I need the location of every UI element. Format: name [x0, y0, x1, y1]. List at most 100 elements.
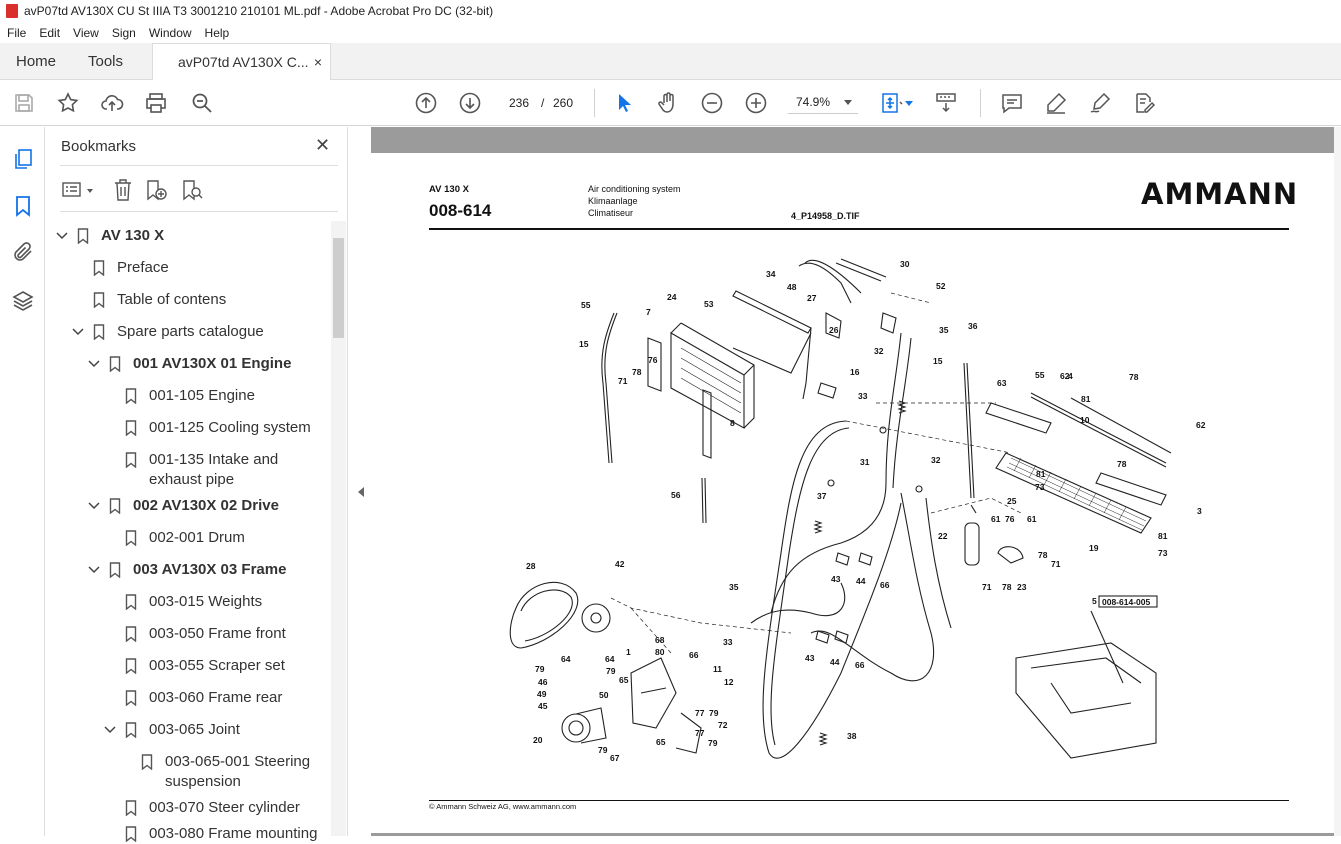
part-callout: 23 [1017, 582, 1027, 592]
bookmarks-scroll-thumb[interactable] [333, 238, 344, 338]
bookmark-icon [109, 498, 121, 514]
chevron-down-icon[interactable] [87, 189, 93, 193]
bookmark-label: 003-080 Frame mounting [149, 825, 318, 842]
chevron-down-icon[interactable] [71, 325, 85, 339]
tab-document[interactable]: avP07td AV130X C... × [152, 43, 331, 80]
part-callout: 71 [618, 376, 628, 386]
menu-view[interactable]: View [66, 26, 105, 40]
zoom-in-icon[interactable] [744, 91, 768, 115]
chevron-down-icon[interactable] [87, 563, 101, 577]
part-callout: 61 [1027, 514, 1037, 524]
save-icon[interactable] [12, 91, 36, 115]
part-callout: 32 [931, 455, 941, 465]
divider [60, 165, 338, 166]
part-callout: 71 [982, 582, 992, 592]
attachment-icon[interactable] [11, 240, 35, 264]
part-callout: 76 [648, 355, 658, 365]
tab-document-label: avP07td AV130X C... [178, 54, 309, 70]
collapse-panel-icon[interactable] [358, 487, 364, 497]
part-callout: 66 [855, 660, 865, 670]
previous-page-icon[interactable] [414, 91, 438, 115]
chevron-down-icon [844, 100, 852, 105]
comment-icon[interactable] [1000, 91, 1024, 115]
tab-close-button[interactable]: × [314, 54, 322, 70]
zoom-dropdown[interactable]: 74.9% [788, 90, 858, 114]
draw-signature-icon[interactable] [1088, 91, 1112, 115]
scroll-mode-icon[interactable] [934, 91, 958, 115]
bookmark-icon [125, 658, 137, 674]
part-callout: 8 [730, 418, 735, 428]
document-viewport[interactable]: AV 130 X 008-614 Air conditioning system… [371, 127, 1334, 836]
part-callout: 76 [1005, 514, 1015, 524]
part-callout: 77 [695, 708, 705, 718]
bookmark-icon [125, 594, 137, 610]
menu-sign[interactable]: Sign [105, 26, 142, 40]
next-page-icon[interactable] [458, 91, 482, 115]
edit-pdf-icon[interactable] [1132, 91, 1156, 115]
bookmark-label: AV 130 X [101, 227, 165, 244]
part-callout: 55 [581, 300, 591, 310]
part-callout: 10 [1080, 415, 1090, 425]
tab-home[interactable]: Home [16, 43, 56, 80]
bookmark-icon [125, 826, 137, 842]
part-callout: 56 [671, 490, 681, 500]
select-cursor-icon[interactable] [612, 91, 636, 115]
bookmark-panel-icon[interactable] [11, 194, 35, 218]
bookmark-options-icon[interactable] [62, 181, 84, 199]
chevron-down-icon[interactable] [103, 723, 117, 737]
fit-page-icon[interactable] [879, 91, 903, 115]
tab-bar: Home Tools avP07td AV130X C... × [0, 43, 1341, 80]
part-callout: 33 [858, 391, 868, 401]
chevron-down-icon[interactable] [87, 499, 101, 513]
part-callout: 55 [1035, 370, 1045, 380]
bookmark-icon [109, 356, 121, 372]
bookmark-label: suspension [165, 773, 241, 790]
part-callout: 66 [689, 650, 699, 660]
highlight-pen-icon[interactable] [1044, 91, 1068, 115]
tab-tools[interactable]: Tools [88, 43, 123, 80]
bookmark-label: 001 AV130X 01 Engine [133, 355, 292, 372]
find-bookmark-icon[interactable] [180, 178, 204, 202]
bookmark-label: 003-065-001 Steering [165, 753, 311, 770]
reference-box-label: 008-614-005 [1102, 597, 1150, 607]
menu-help[interactable]: Help [198, 26, 236, 40]
close-panel-button[interactable]: ✕ [315, 135, 330, 156]
page-number-input[interactable]: 236 [501, 90, 537, 114]
part-callout: 67 [610, 753, 620, 763]
zoom-out-icon[interactable] [700, 91, 724, 115]
new-bookmark-icon[interactable] [144, 178, 168, 202]
part-callout: 12 [724, 677, 734, 687]
document-scrollbar[interactable] [1334, 127, 1341, 836]
part-callout: 25 [1007, 496, 1017, 506]
hand-tool-icon[interactable] [656, 91, 680, 115]
menu-edit[interactable]: Edit [32, 26, 66, 40]
bookmark-icon [109, 562, 121, 578]
part-callout: 66 [880, 580, 890, 590]
delete-bookmark-icon[interactable] [112, 178, 134, 202]
toolbar-divider [980, 89, 981, 117]
bookmark-icon [77, 228, 89, 244]
bookmark-label: 001-135 Intake and [149, 451, 279, 468]
fit-dropdown-icon[interactable] [905, 101, 913, 106]
chevron-down-icon[interactable] [87, 357, 101, 371]
part-callout: 44 [830, 657, 840, 667]
star-icon[interactable] [56, 91, 80, 115]
part-callout: 80 [655, 647, 665, 657]
part-callout: 37 [817, 491, 827, 501]
part-callout: 52 [936, 281, 946, 291]
page-thumbnails-icon[interactable] [11, 147, 35, 171]
zoom-search-icon[interactable] [190, 91, 214, 115]
menu-window[interactable]: Window [142, 26, 198, 40]
chevron-down-icon[interactable] [55, 229, 69, 243]
menu-file[interactable]: File [0, 26, 32, 40]
part-callout: 7 [646, 307, 651, 317]
part-callout: 78 [1117, 459, 1127, 469]
upload-cloud-icon[interactable] [100, 91, 124, 115]
panel-splitter[interactable] [347, 127, 371, 836]
part-callout: 50 [599, 690, 609, 700]
bookmark-icon [125, 388, 137, 404]
layers-icon[interactable] [11, 289, 35, 313]
part-callout: 49 [537, 689, 547, 699]
print-icon[interactable] [144, 91, 168, 115]
bookmark-icon [125, 690, 137, 706]
